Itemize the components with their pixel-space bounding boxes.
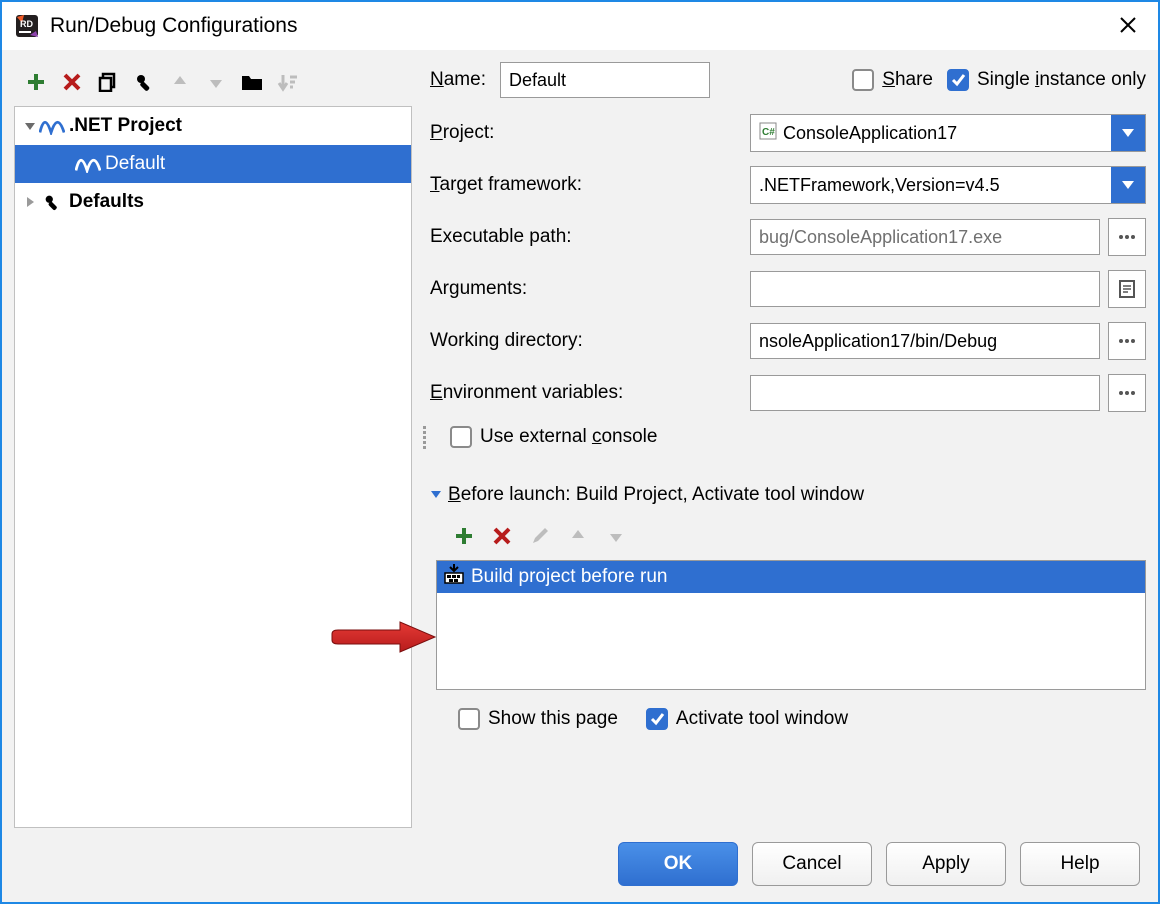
- wrench-icon: [39, 192, 65, 212]
- move-up-button[interactable]: [164, 66, 196, 98]
- cancel-button[interactable]: Cancel: [752, 842, 872, 886]
- edit-task-button[interactable]: [524, 520, 556, 552]
- target-framework-value: .NETFramework,Version=v4.5: [759, 175, 1000, 196]
- checkbox-unchecked-icon: [458, 708, 480, 730]
- project-value: ConsoleApplication17: [783, 123, 957, 144]
- expand-arguments-button[interactable]: [1108, 270, 1146, 308]
- executable-path-field[interactable]: bug/ConsoleApplication17.exe: [750, 219, 1100, 255]
- remove-config-button[interactable]: [56, 66, 88, 98]
- dotnet-icon: [75, 155, 101, 173]
- before-launch-toolbar: [430, 516, 1146, 560]
- show-this-page-checkbox[interactable]: Show this page: [458, 708, 618, 730]
- browse-exe-path-button[interactable]: [1108, 218, 1146, 256]
- svg-text:C#: C#: [762, 127, 775, 138]
- help-button[interactable]: Help: [1020, 842, 1140, 886]
- working-directory-label: Working directory:: [430, 330, 742, 352]
- window-title: Run/Debug Configurations: [50, 14, 1110, 38]
- edit-defaults-button[interactable]: [128, 66, 160, 98]
- executable-path-label: Executable path:: [430, 226, 742, 248]
- add-task-button[interactable]: [448, 520, 480, 552]
- checkbox-checked-icon: [646, 708, 668, 730]
- copy-config-button[interactable]: [92, 66, 124, 98]
- folder-button[interactable]: [236, 66, 268, 98]
- csharp-file-icon: C#: [759, 122, 777, 145]
- dropdown-arrow-icon: [1111, 115, 1145, 151]
- working-directory-field[interactable]: nsoleApplication17/bin/Debug: [750, 323, 1100, 359]
- rider-app-icon: RD: [14, 13, 40, 39]
- move-down-button[interactable]: [200, 66, 232, 98]
- single-instance-checkbox[interactable]: Single instance only: [947, 69, 1146, 91]
- move-task-up-button[interactable]: [562, 520, 594, 552]
- browse-working-dir-button[interactable]: [1108, 322, 1146, 360]
- config-toolbar: [14, 62, 412, 106]
- env-vars-label: Environment variables:: [430, 382, 742, 404]
- move-task-down-button[interactable]: [600, 520, 632, 552]
- checkbox-unchecked-icon: [450, 426, 472, 448]
- checkbox-checked-icon: [947, 69, 969, 91]
- dialog-button-bar: OK Cancel Apply Help: [14, 828, 1146, 890]
- edit-env-vars-button[interactable]: [1108, 374, 1146, 412]
- name-field[interactable]: [500, 62, 710, 98]
- arguments-label: Arguments:: [430, 278, 742, 300]
- tree-item-dotnet-project[interactable]: .NET Project: [15, 107, 411, 145]
- share-checkbox[interactable]: Share: [852, 69, 933, 91]
- before-launch-item-label: Build project before run: [471, 566, 667, 588]
- chevron-right-icon: [21, 196, 39, 208]
- target-framework-dropdown[interactable]: .NETFramework,Version=v4.5: [750, 166, 1146, 204]
- dotnet-icon: [39, 117, 65, 135]
- project-label: Project:: [430, 122, 742, 144]
- target-framework-label: Target framework:: [430, 174, 742, 196]
- apply-button[interactable]: Apply: [886, 842, 1006, 886]
- tree-label: Default: [105, 153, 165, 175]
- chevron-down-icon: [430, 484, 442, 506]
- remove-task-button[interactable]: [486, 520, 518, 552]
- tree-item-defaults[interactable]: Defaults: [15, 183, 411, 221]
- project-dropdown[interactable]: C# ConsoleApplication17: [750, 114, 1146, 152]
- name-label: Name:: [430, 69, 486, 91]
- window-close-button[interactable]: [1110, 13, 1146, 39]
- checkbox-unchecked-icon: [852, 69, 874, 91]
- add-config-button[interactable]: [20, 66, 52, 98]
- use-external-console-checkbox[interactable]: Use external console: [450, 426, 657, 448]
- arguments-field[interactable]: [750, 271, 1100, 307]
- splitter-grip[interactable]: [420, 424, 428, 460]
- before-launch-item-build[interactable]: Build project before run: [437, 561, 1145, 593]
- before-launch-header[interactable]: Before launch: Build Project, Activate t…: [430, 484, 1146, 506]
- window-titlebar: RD Run/Debug Configurations: [2, 2, 1158, 50]
- before-launch-list[interactable]: Build project before run: [436, 560, 1146, 690]
- dropdown-arrow-icon: [1111, 167, 1145, 203]
- env-vars-field[interactable]: [750, 375, 1100, 411]
- tree-item-default-config[interactable]: Default: [15, 145, 411, 183]
- config-tree[interactable]: .NET Project Default Default: [14, 106, 412, 828]
- svg-text:RD: RD: [20, 19, 33, 29]
- tree-label: Defaults: [69, 191, 144, 213]
- sort-button[interactable]: [272, 66, 304, 98]
- ok-button[interactable]: OK: [618, 842, 738, 886]
- build-icon: [443, 563, 465, 591]
- tree-label: .NET Project: [69, 115, 182, 137]
- chevron-down-icon: [21, 120, 39, 132]
- activate-tool-window-checkbox[interactable]: Activate tool window: [646, 708, 848, 730]
